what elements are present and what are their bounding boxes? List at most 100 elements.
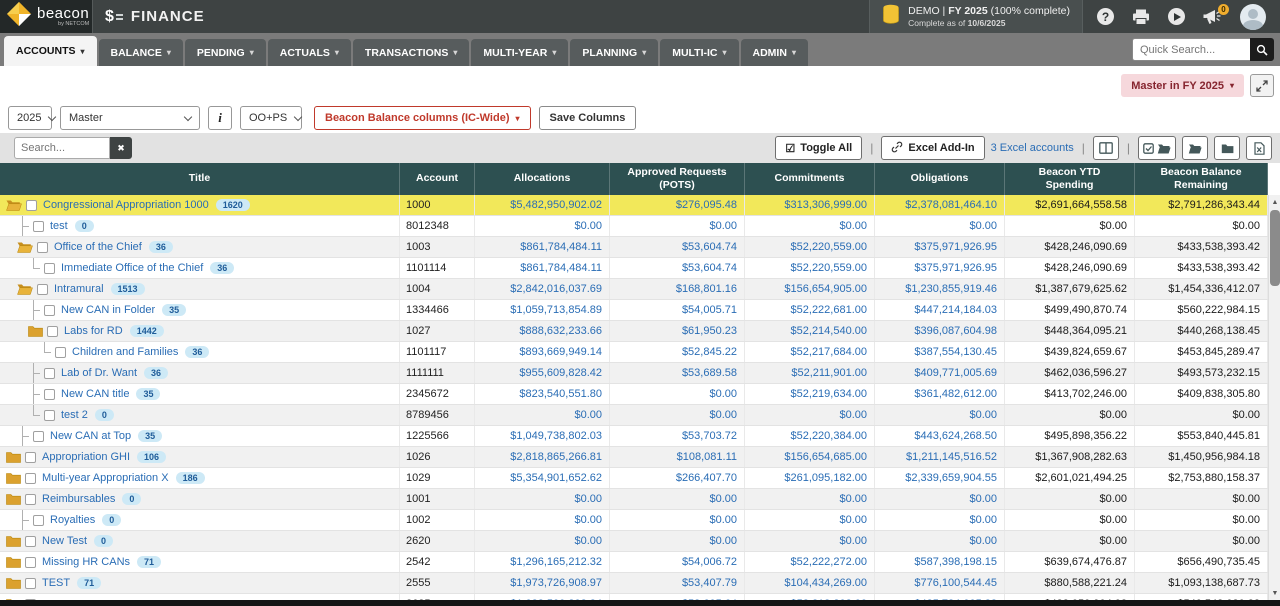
obligations-cell[interactable]: $375,971,926.95 xyxy=(875,258,1005,278)
allocations-cell[interactable]: $823,540,551.80 xyxy=(475,384,610,404)
row-checkbox[interactable] xyxy=(44,389,55,400)
column-header-account[interactable]: Account xyxy=(400,163,475,195)
table-row[interactable]: Missing HR CANs712542$1,296,165,212.32$5… xyxy=(0,552,1268,573)
obligations-cell[interactable]: $1,211,145,516.52 xyxy=(875,447,1005,467)
folder-closed-icon[interactable] xyxy=(6,493,21,505)
row-checkbox[interactable] xyxy=(44,263,55,274)
row-checkbox[interactable] xyxy=(26,200,37,211)
row-checkbox[interactable] xyxy=(47,326,58,337)
obligations-cell[interactable]: $396,087,604.98 xyxy=(875,321,1005,341)
tab-accounts[interactable]: ACCOUNTS▾ xyxy=(4,36,97,66)
row-checkbox[interactable] xyxy=(44,305,55,316)
info-button[interactable]: i xyxy=(208,106,232,130)
expand-fullscreen-icon[interactable] xyxy=(1250,74,1274,97)
column-header-beacon-balance-remaining[interactable]: Beacon Balance Remaining xyxy=(1135,163,1268,195)
account-title-link[interactable]: test xyxy=(50,220,68,232)
tutorial-play-icon[interactable] xyxy=(1168,8,1185,25)
scroll-down-arrow[interactable]: ▼ xyxy=(1269,586,1280,600)
scroll-up-arrow[interactable]: ▲ xyxy=(1269,195,1280,209)
obligations-cell[interactable]: $587,398,198.15 xyxy=(875,552,1005,572)
approved-requests-pots-cell[interactable]: $168,801.16 xyxy=(610,279,745,299)
approved-requests-pots-cell[interactable]: $266,407.70 xyxy=(610,468,745,488)
column-header-approved-requests-pots[interactable]: Approved Requests (POTS) xyxy=(610,163,745,195)
approved-requests-pots-cell[interactable]: $108,081.11 xyxy=(610,447,745,467)
obligations-cell[interactable]: $0.00 xyxy=(875,531,1005,551)
column-layout-icon[interactable] xyxy=(1093,136,1119,160)
tab-transactions[interactable]: TRANSACTIONS▾ xyxy=(353,39,469,66)
tab-multi-year[interactable]: MULTI-YEAR▾ xyxy=(471,39,568,66)
select-folders-icon[interactable] xyxy=(1138,136,1176,160)
version-select[interactable]: Master xyxy=(60,106,200,130)
commitments-cell[interactable]: $52,220,559.00 xyxy=(745,258,875,278)
table-row[interactable]: Royalties01002$0.00$0.00$0.00$0.00$0.00$… xyxy=(0,510,1268,531)
excel-accounts-link[interactable]: 3 Excel accounts xyxy=(991,142,1074,154)
commitments-cell[interactable]: $156,654,685.00 xyxy=(745,447,875,467)
row-checkbox[interactable] xyxy=(25,473,36,484)
save-columns-button[interactable]: Save Columns xyxy=(539,106,637,130)
table-row[interactable]: Lab of Dr. Want361111111$955,609,828.42$… xyxy=(0,363,1268,384)
folder-closed-icon[interactable] xyxy=(28,325,43,337)
commitments-cell[interactable]: $0.00 xyxy=(745,510,875,530)
account-title-link[interactable]: New CAN title xyxy=(61,388,129,400)
obligations-cell[interactable]: $0.00 xyxy=(875,489,1005,509)
tab-balance[interactable]: BALANCE▾ xyxy=(99,39,183,66)
tab-actuals[interactable]: ACTUALS▾ xyxy=(268,39,351,66)
fiscal-year-select[interactable]: 2025 xyxy=(8,106,52,130)
account-title-link[interactable]: Intramural xyxy=(54,283,104,295)
account-title-link[interactable]: Lab of Dr. Want xyxy=(61,367,137,379)
row-checkbox[interactable] xyxy=(25,557,36,568)
oo-ps-select[interactable]: OO+PS xyxy=(240,106,302,130)
help-icon[interactable]: ? xyxy=(1097,8,1114,25)
row-checkbox[interactable] xyxy=(37,242,48,253)
vertical-scrollbar[interactable]: ▲ ▼ xyxy=(1268,195,1280,600)
account-title-link[interactable]: Missing HR CANs xyxy=(42,556,130,568)
account-title-link[interactable]: Children and Families xyxy=(72,346,178,358)
commitments-cell[interactable]: $52,217,684.00 xyxy=(745,342,875,362)
column-header-beacon-ytd-spending[interactable]: Beacon YTD Spending xyxy=(1005,163,1135,195)
column-header-title[interactable]: Title xyxy=(0,163,400,195)
table-row[interactable]: New CAN at Top351225566$1,049,738,802.03… xyxy=(0,426,1268,447)
row-checkbox[interactable] xyxy=(33,221,44,232)
tab-pending[interactable]: PENDING▾ xyxy=(185,39,266,66)
approved-requests-pots-cell[interactable]: $0.00 xyxy=(610,510,745,530)
approved-requests-pots-cell[interactable]: $53,604.74 xyxy=(610,237,745,257)
obligations-cell[interactable]: $447,214,184.03 xyxy=(875,300,1005,320)
tab-admin[interactable]: ADMIN▾ xyxy=(741,39,808,66)
folder-closed-icon[interactable] xyxy=(6,472,21,484)
approved-requests-pots-cell[interactable]: $53,689.58 xyxy=(610,363,745,383)
obligations-cell[interactable]: $2,339,659,904.55 xyxy=(875,468,1005,488)
obligations-cell[interactable]: $776,100,544.45 xyxy=(875,573,1005,593)
column-header-commitments[interactable]: Commitments xyxy=(745,163,875,195)
allocations-cell[interactable]: $861,784,484.11 xyxy=(475,258,610,278)
column-header-allocations[interactable]: Allocations xyxy=(475,163,610,195)
obligations-cell[interactable]: $0.00 xyxy=(875,216,1005,236)
allocations-cell[interactable]: $0.00 xyxy=(475,216,610,236)
row-checkbox[interactable] xyxy=(25,536,36,547)
balance-columns-button[interactable]: Beacon Balance columns (IC-Wide)▾ xyxy=(314,106,531,130)
allocations-cell[interactable]: $0.00 xyxy=(475,510,610,530)
approved-requests-pots-cell[interactable]: $0.00 xyxy=(610,384,745,404)
row-checkbox[interactable] xyxy=(33,515,44,526)
approved-requests-pots-cell[interactable]: $276,095.48 xyxy=(610,195,745,215)
allocations-cell[interactable]: $1,059,713,854.89 xyxy=(475,300,610,320)
account-title-link[interactable]: Appropriation GHI xyxy=(42,451,130,463)
table-row[interactable]: test 208789456$0.00$0.00$0.00$0.00$0.00$… xyxy=(0,405,1268,426)
table-row[interactable]: Intramural15131004$2,842,016,037.69$168,… xyxy=(0,279,1268,300)
obligations-cell[interactable]: $375,971,926.95 xyxy=(875,237,1005,257)
commitments-cell[interactable]: $313,306,999.00 xyxy=(745,195,875,215)
toggle-all-button[interactable]: ☑ Toggle All xyxy=(775,136,862,160)
account-title-link[interactable]: Immediate Office of the Chief xyxy=(61,262,203,274)
commitments-cell[interactable]: $0.00 xyxy=(745,216,875,236)
approved-requests-pots-cell[interactable]: $54,005.71 xyxy=(610,300,745,320)
obligations-cell[interactable]: $0.00 xyxy=(875,510,1005,530)
table-row[interactable]: New CAN in Folder351334466$1,059,713,854… xyxy=(0,300,1268,321)
row-checkbox[interactable] xyxy=(37,284,48,295)
collapse-folders-icon[interactable] xyxy=(1214,136,1240,160)
account-title-link[interactable]: New Test xyxy=(42,535,87,547)
commitments-cell[interactable]: $0.00 xyxy=(745,405,875,425)
table-row[interactable]: Labs for RD14421027$888,632,233.66$61,95… xyxy=(0,321,1268,342)
obligations-cell[interactable]: $387,554,130.45 xyxy=(875,342,1005,362)
account-title-link[interactable]: Reimbursables xyxy=(42,493,115,505)
account-title-link[interactable]: Labs for RD xyxy=(64,325,123,337)
folder-closed-icon[interactable] xyxy=(6,535,21,547)
